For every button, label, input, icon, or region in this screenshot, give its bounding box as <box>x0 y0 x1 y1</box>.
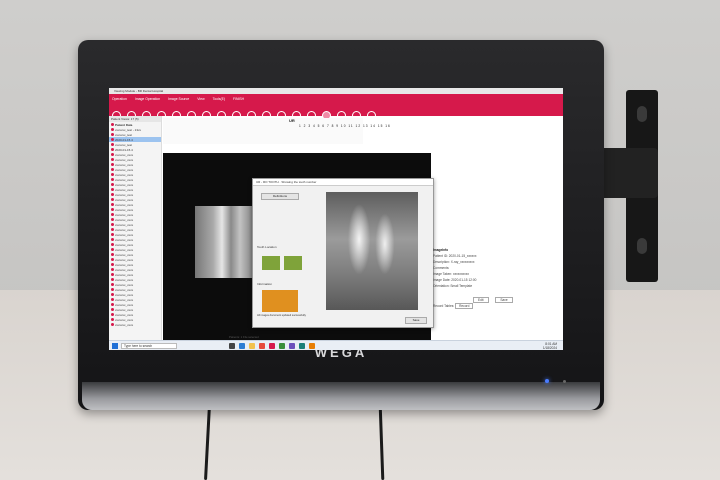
taskbar-search[interactable]: Type here to search <box>121 343 177 349</box>
app-icon[interactable] <box>289 343 295 349</box>
panel-save-button[interactable]: Save <box>495 297 513 303</box>
chrome-icon[interactable] <box>259 343 265 349</box>
taskbar: Type here to search 8:01 AM 1/18/2024 <box>109 340 563 350</box>
record-button[interactable]: Record <box>455 303 474 309</box>
screen: Viewing Module - BR Dental Hospital Oper… <box>109 88 563 350</box>
tooth-location-label: Tooth Location <box>257 245 277 249</box>
definitions-button[interactable]: Definitions <box>261 193 299 200</box>
edge-icon[interactable] <box>239 343 245 349</box>
info-row: Image Taken: xxxxxxxxxx <box>433 272 469 276</box>
app-icon[interactable] <box>309 343 315 349</box>
record-row: Record Tables: Record <box>433 303 563 309</box>
info-row: Description: X-ray_xxxxxxxxx <box>433 260 475 264</box>
menu-image-source[interactable]: Image Source <box>168 97 189 101</box>
bracket-arm <box>598 148 658 198</box>
edit-button[interactable]: Edit <box>473 297 489 303</box>
panel-buttons: Edit Save <box>433 297 563 303</box>
monitor: WEGA Viewing Module - BR Dental Hospital… <box>78 40 604 410</box>
tree-items: xxxxxxx_test - 13xx xxxxxxx_test 2020-01-1… <box>109 127 161 327</box>
tree-item[interactable]: xxxxxxx_xxxx <box>109 322 161 327</box>
status-bar: Patients: 1 File selected <box>229 335 259 339</box>
tooth-dialog: UR - RO TOOTH · Showing the tooth number… <box>252 178 434 328</box>
tooth-tile[interactable] <box>284 256 302 270</box>
teeth-chart[interactable] <box>163 118 363 144</box>
taskbar-clock[interactable]: 8:01 AM 1/18/2024 <box>543 342 557 350</box>
info-row: Patient ID: 2020-01-15_xxxxxx <box>433 254 477 258</box>
wall-mount-bracket <box>598 88 662 288</box>
view-label: UR <box>289 118 295 123</box>
task-view-icon[interactable] <box>229 343 235 349</box>
power-led <box>545 379 549 383</box>
power-button[interactable] <box>563 380 566 383</box>
dialog-title: UR - RO TOOTH · Showing the tooth number <box>253 179 433 186</box>
tooth-numbers: 1 2 3 4 5 6 7 8 9 10 11 12 13 14 15 16 <box>299 124 391 128</box>
menu-finish[interactable]: FINISH <box>233 97 244 101</box>
menu-tools[interactable]: Tools(E) <box>213 97 225 101</box>
menu-operation[interactable]: Operation <box>112 97 127 101</box>
save-button[interactable]: Save <box>405 317 427 324</box>
menubar: Operation Image Operation Image Source V… <box>109 94 563 120</box>
app-icon[interactable] <box>279 343 285 349</box>
print-icon[interactable] <box>367 110 376 120</box>
panel-title: ImageInfo <box>433 248 449 252</box>
info-block <box>262 290 298 312</box>
bracket-hole <box>637 238 647 254</box>
menu-view[interactable]: View <box>197 97 204 101</box>
windows-start-icon[interactable] <box>112 343 118 349</box>
xray-large[interactable] <box>326 192 418 310</box>
xray-thumbnail[interactable] <box>195 206 255 278</box>
info-row: Comments: <box>433 266 450 270</box>
bracket-hole <box>637 106 647 122</box>
info-row: Image Date: 2020-01-15 12:00 <box>433 278 477 282</box>
info-note: All images document updated successfully <box>257 314 306 317</box>
app-icon[interactable] <box>299 343 305 349</box>
window-title: Viewing Module - BR Dental Hospital <box>114 89 164 93</box>
menu: Operation Image Operation Image Source V… <box>112 97 244 101</box>
monitor-chin <box>82 382 600 410</box>
menu-image-operation[interactable]: Image Operation <box>135 97 160 101</box>
app-icon[interactable] <box>269 343 275 349</box>
image-info-panel: ImageInfo Patient ID: 2020-01-15_xxxxxx … <box>433 248 563 340</box>
folder-icon[interactable] <box>249 343 255 349</box>
information-label: Information <box>257 282 273 286</box>
info-row: Orientation: Small Template <box>433 284 473 288</box>
patient-tree: Patient Views: 17 (5) Patient Data xxxxx… <box>109 116 162 340</box>
tooth-tile[interactable] <box>262 256 280 270</box>
